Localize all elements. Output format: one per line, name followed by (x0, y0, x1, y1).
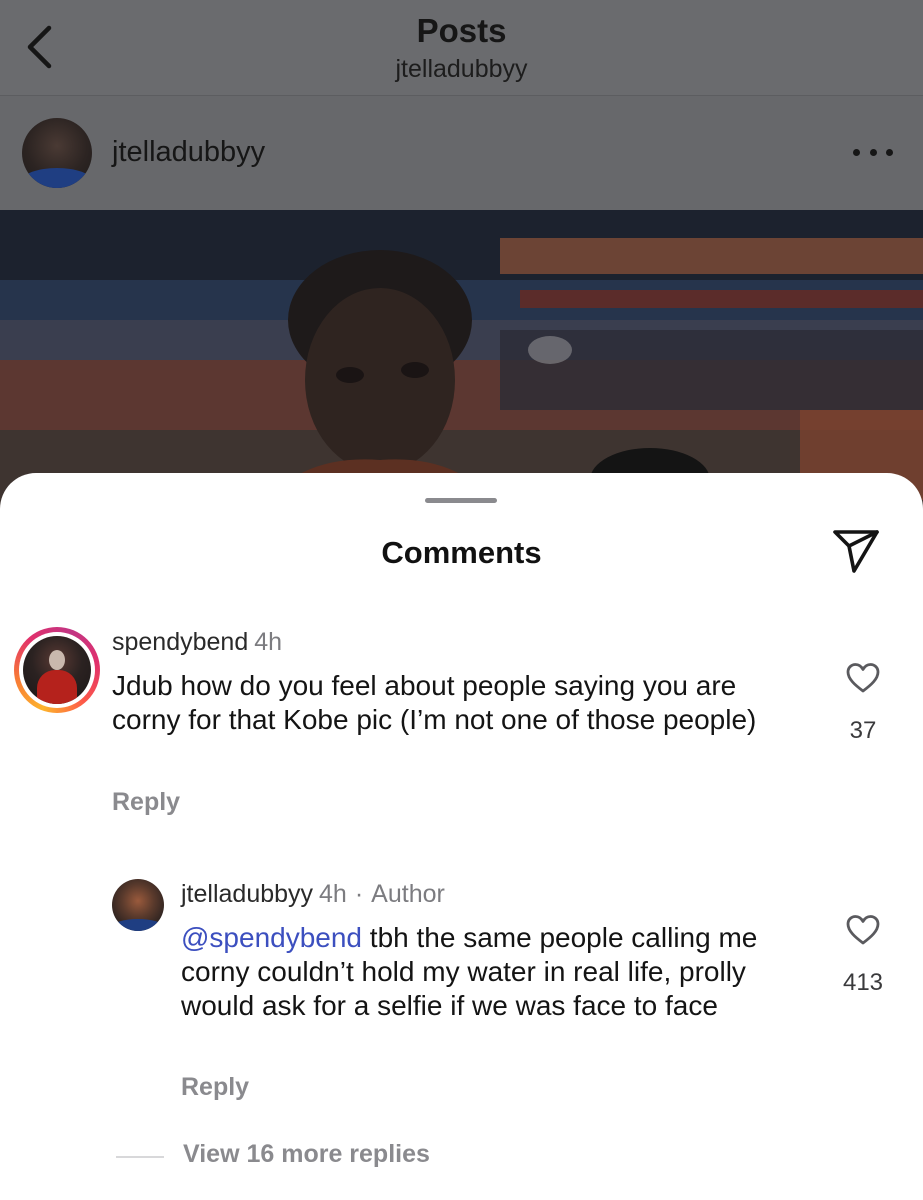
post-author-avatar[interactable] (22, 118, 92, 188)
like-count: 37 (849, 717, 877, 744)
ellipsis-dot (869, 148, 877, 156)
like-button[interactable] (843, 911, 883, 949)
post-author-username[interactable]: jtelladubbyy (112, 136, 265, 169)
comments-sheet: Comments spendybend 4h Jdub how do you fe… (0, 473, 923, 1200)
post-header: jtelladubbyy (0, 96, 923, 210)
reply-button[interactable]: Reply (181, 1073, 249, 1102)
heart-outline-icon (846, 915, 880, 945)
reply-time: 4h (319, 880, 347, 908)
like-count: 413 (842, 969, 884, 996)
comment-time: 4h (254, 628, 283, 656)
comment-text: Jdub how do you feel about people saying… (112, 670, 757, 735)
reply-button[interactable]: Reply (112, 788, 180, 817)
mention-link[interactable]: @spendybend (181, 922, 362, 953)
reply-text: @spendybend tbh the same people calling … (181, 921, 811, 1023)
comment-meta: spendybend 4h (112, 628, 282, 657)
more-options-button[interactable] (853, 142, 893, 162)
commenter-avatar[interactable] (14, 627, 100, 713)
avatar-jersey (22, 168, 92, 188)
page-title: Posts (416, 12, 507, 49)
view-more-replies-button[interactable]: View 16 more replies (183, 1140, 430, 1169)
paper-plane-icon (833, 530, 879, 573)
sheet-grabber[interactable] (425, 498, 497, 503)
author-badge: Author (371, 880, 445, 908)
comments-title: Comments (381, 535, 542, 570)
more-replies-divider (116, 1156, 164, 1158)
avatar-image (23, 636, 91, 704)
reply-avatar[interactable] (112, 879, 164, 931)
meta-separator: · (354, 880, 364, 908)
comment-username[interactable]: spendybend (112, 628, 248, 656)
heart-outline-icon (846, 663, 880, 693)
like-button[interactable] (843, 659, 883, 697)
share-button[interactable] (828, 525, 884, 577)
avatar-jersey (112, 919, 164, 931)
reply-username[interactable]: jtelladubbyy (181, 880, 313, 908)
avatar-suit (37, 670, 77, 704)
top-navigation-bar: Posts jtelladubbyy (0, 0, 923, 96)
reply-meta: jtelladubbyy 4h · Author (181, 880, 445, 909)
ellipsis-dot (886, 148, 893, 156)
avatar-head (49, 650, 65, 670)
page-subtitle: jtelladubbyy (395, 55, 528, 83)
ellipsis-dot (853, 148, 860, 156)
